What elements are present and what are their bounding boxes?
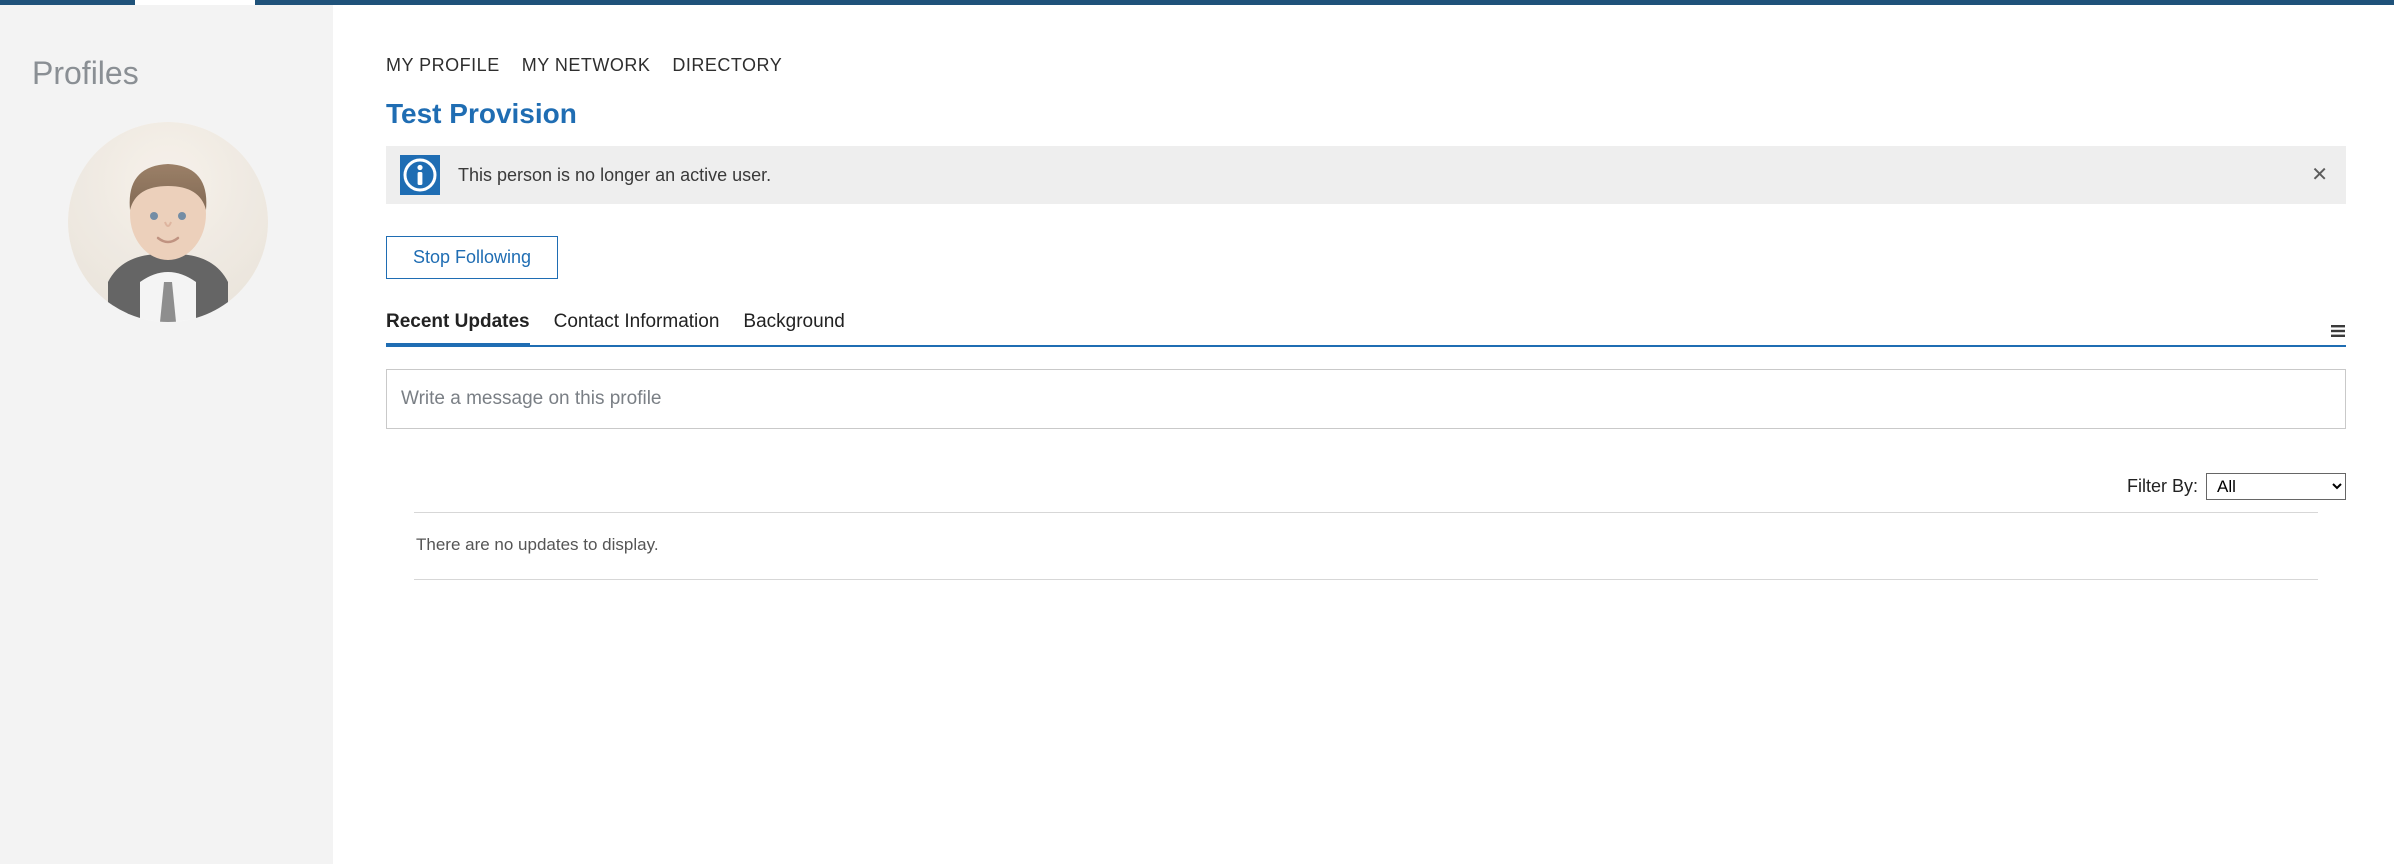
layout: Profiles [0, 5, 2394, 864]
main-content: MY PROFILE MY NETWORK DIRECTORY Test Pro… [333, 5, 2394, 864]
info-icon [400, 155, 440, 195]
stop-following-button[interactable]: Stop Following [386, 236, 558, 279]
nav-my-profile[interactable]: MY PROFILE [386, 55, 500, 76]
tabs: Recent Updates Contact Information Backg… [386, 311, 845, 345]
tab-background[interactable]: Background [743, 311, 844, 347]
avatar-image [68, 122, 268, 322]
updates-list: There are no updates to display. [386, 512, 2346, 580]
updates-empty-message: There are no updates to display. [414, 513, 2318, 579]
avatar[interactable] [68, 122, 268, 322]
filter-label: Filter By: [2127, 476, 2198, 497]
divider [414, 579, 2318, 580]
profile-nav: MY PROFILE MY NETWORK DIRECTORY [386, 55, 2346, 76]
top-active-tab-indicator [135, 0, 255, 5]
nav-directory[interactable]: DIRECTORY [672, 55, 782, 76]
tabs-menu-icon[interactable] [2330, 323, 2346, 345]
alert-message: This person is no longer an active user. [458, 165, 771, 186]
profile-name: Test Provision [386, 98, 2346, 130]
close-icon[interactable]: ✕ [2311, 165, 2328, 185]
compose-message-input[interactable]: Write a message on this profile [386, 369, 2346, 429]
nav-my-network[interactable]: MY NETWORK [522, 55, 651, 76]
tab-recent-updates[interactable]: Recent Updates [386, 311, 530, 347]
tabs-row: Recent Updates Contact Information Backg… [386, 311, 2346, 347]
top-bar [0, 0, 2394, 5]
sidebar-title: Profiles [32, 55, 303, 92]
avatar-wrap [32, 122, 303, 322]
filter-select[interactable]: All [2206, 473, 2346, 500]
sidebar: Profiles [0, 5, 333, 864]
tab-contact-information[interactable]: Contact Information [554, 311, 720, 347]
filter-row: Filter By: All [386, 473, 2346, 500]
inactive-user-alert: This person is no longer an active user.… [386, 146, 2346, 204]
